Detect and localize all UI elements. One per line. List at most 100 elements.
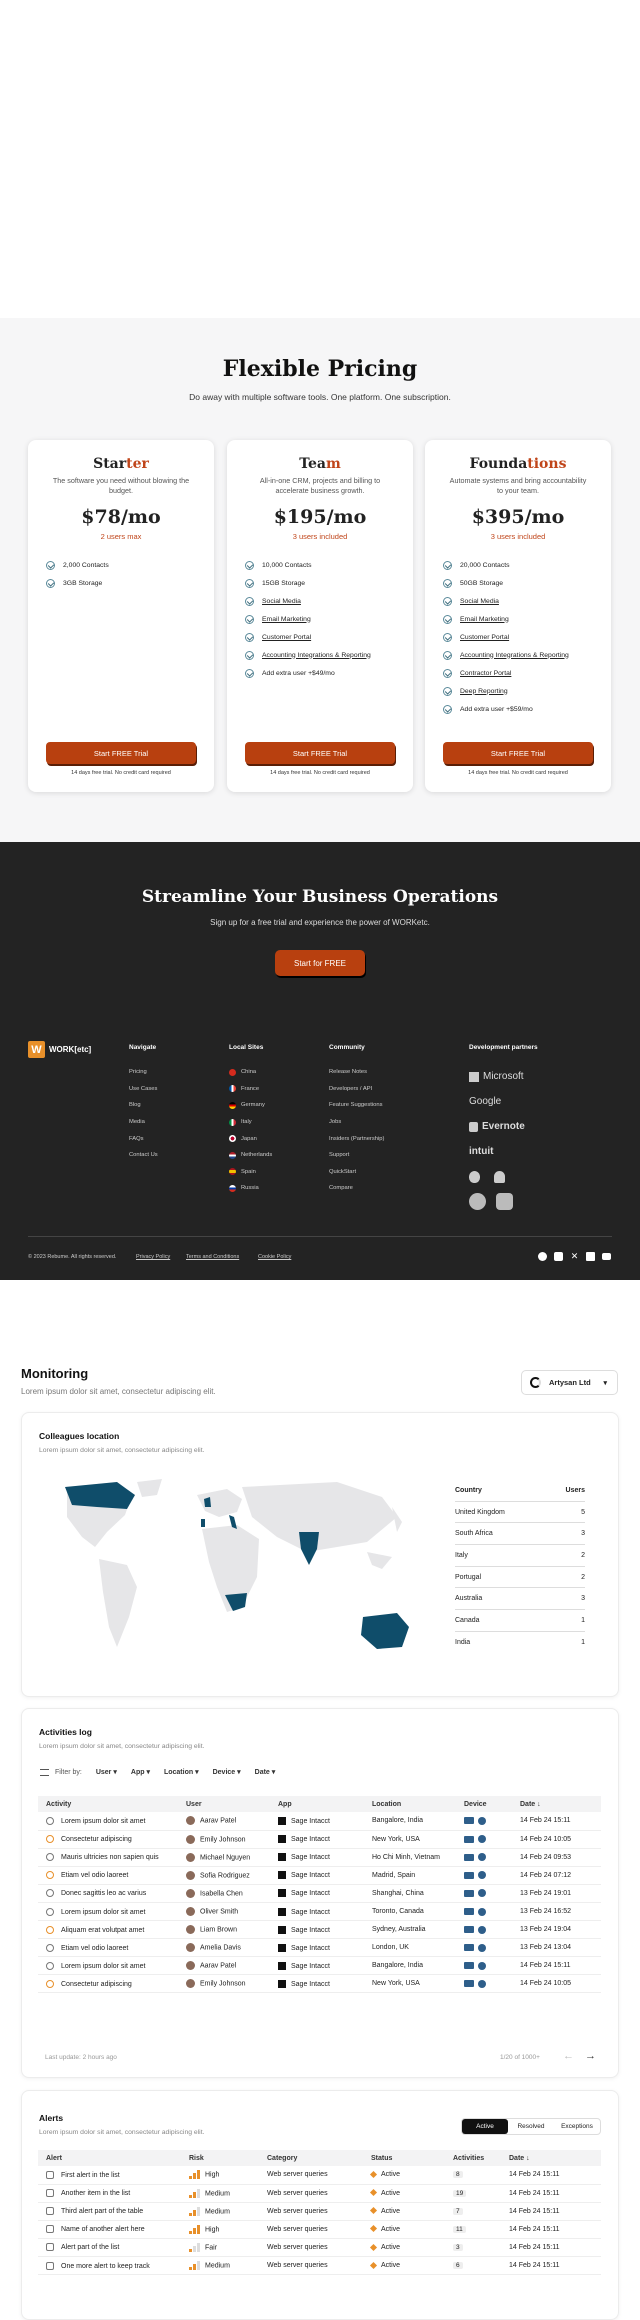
- table-row[interactable]: Consectetur adipiscing Emily Johnson Sage …: [38, 1974, 601, 1994]
- site-link[interactable]: Japan: [229, 1130, 272, 1147]
- x-icon[interactable]: ✕: [570, 1252, 579, 1261]
- activity-status-icon: [46, 1961, 54, 1970]
- browser-icon: [478, 1835, 486, 1844]
- footer-link[interactable]: Release Notes: [329, 1064, 384, 1081]
- plan-feature-link[interactable]: Deep Reporting: [443, 685, 601, 697]
- check-icon: [443, 578, 452, 588]
- tax-icon: [496, 1193, 513, 1210]
- facebook-icon[interactable]: [538, 1252, 547, 1261]
- table-row[interactable]: First alert in the list High Web server qu…: [38, 2166, 601, 2185]
- site-link[interactable]: Russia: [229, 1180, 272, 1197]
- site-link[interactable]: Netherlands: [229, 1147, 272, 1164]
- filter-location[interactable]: Location ▾: [164, 1768, 199, 1776]
- start-trial-button[interactable]: Start FREE Trial: [443, 742, 593, 764]
- activity-status-icon: [46, 1943, 54, 1952]
- plan-price: $78/mo: [81, 506, 161, 528]
- footer-link[interactable]: Contact Us: [129, 1147, 158, 1164]
- linkedin-icon[interactable]: [586, 1252, 595, 1261]
- panel-title: Activities log: [39, 1727, 92, 1737]
- check-icon: [443, 704, 452, 714]
- filter-app[interactable]: App ▾: [131, 1768, 150, 1776]
- table-row[interactable]: Name of another alert here High Web server…: [38, 2220, 601, 2239]
- youtube-icon[interactable]: [602, 1253, 611, 1260]
- desktop-icon: [464, 1980, 474, 1988]
- check-icon: [443, 686, 452, 696]
- row-checkbox: [46, 2170, 54, 2179]
- site-link[interactable]: Italy: [229, 1114, 272, 1131]
- footer-link[interactable]: Jobs: [329, 1114, 384, 1131]
- status-dot-icon: [369, 2243, 378, 2251]
- plan-feature-link[interactable]: Accounting Integrations & Reporting: [443, 649, 601, 661]
- table-row[interactable]: Lorem ipsum dolor sit amet Aarav Patel Sag…: [38, 1812, 601, 1831]
- site-link[interactable]: Spain: [229, 1164, 272, 1181]
- next-page-icon[interactable]: →: [585, 2050, 596, 2062]
- browser-icon: [478, 1889, 486, 1898]
- site-link[interactable]: Germany: [229, 1097, 272, 1114]
- avatar: [186, 1852, 195, 1862]
- site-link[interactable]: China: [229, 1064, 272, 1081]
- prev-page-icon[interactable]: ←: [563, 2050, 574, 2062]
- filter-date[interactable]: Date ▾: [255, 1768, 276, 1776]
- table-row[interactable]: Etiam vel odio laoreet Amelia Davis Sage I…: [38, 1938, 601, 1958]
- partners-column: Development partners Microsoft Google Ev…: [469, 1044, 538, 1214]
- plan-feature-link[interactable]: Contractor Portal: [443, 667, 601, 679]
- plan-feature-link[interactable]: Accounting Integrations & Reporting: [245, 649, 403, 661]
- plan-feature-link[interactable]: Customer Portal: [245, 631, 403, 643]
- start-trial-button[interactable]: Start FREE Trial: [245, 742, 395, 764]
- status-dot-icon: [369, 2189, 378, 2197]
- portugal-region: [201, 1519, 205, 1527]
- cta-subtitle: Sign up for a free trial and experience …: [210, 918, 430, 927]
- filter-device[interactable]: Device ▾: [213, 1768, 241, 1776]
- plan-feature-link[interactable]: Social Media: [443, 595, 601, 607]
- footer-link[interactable]: Pricing: [129, 1064, 158, 1081]
- plan-feature: Add extra user +$49/mo: [245, 667, 403, 679]
- table-row[interactable]: One more alert to keep track Medium Web se…: [38, 2256, 601, 2276]
- table-row[interactable]: Donec sagittis leo ac varius Isabella Che…: [38, 1884, 601, 1903]
- footer-link[interactable]: Feature Suggestions: [329, 1097, 384, 1114]
- desktop-icon: [464, 1835, 474, 1843]
- start-trial-button[interactable]: Start FREE Trial: [46, 742, 196, 764]
- organization-select[interactable]: Artysan Ltd ▾: [521, 1370, 618, 1395]
- plan-feature-link[interactable]: Customer Portal: [443, 631, 601, 643]
- footer-link[interactable]: Insiders (Partnership): [329, 1130, 384, 1147]
- filter-user[interactable]: User ▾: [96, 1768, 117, 1776]
- cookie-link[interactable]: Cookie Policy: [258, 1254, 291, 1260]
- instagram-icon[interactable]: [554, 1252, 563, 1261]
- tab-exceptions[interactable]: Exceptions: [554, 2119, 600, 2134]
- terms-link[interactable]: Terms and Conditions: [186, 1254, 239, 1260]
- check-icon: [443, 596, 452, 606]
- footer-link[interactable]: FAQs: [129, 1130, 158, 1147]
- footer-link[interactable]: Media: [129, 1114, 158, 1131]
- start-free-button[interactable]: Start for FREE: [275, 950, 365, 976]
- worketc-logo[interactable]: W WORK[etc]: [28, 1041, 91, 1058]
- risk-bars-icon: [189, 2206, 201, 2216]
- footer-link[interactable]: Compare: [329, 1180, 384, 1197]
- india-region: [299, 1532, 319, 1565]
- table-row[interactable]: Consectetur adipiscing Emily Johnson Sage …: [38, 1830, 601, 1849]
- table-row[interactable]: Third alert part of the table Medium Web s…: [38, 2202, 601, 2221]
- table-row[interactable]: Alert part of the list Fair Web server que…: [38, 2238, 601, 2257]
- japan-flag-icon: [229, 1135, 236, 1143]
- plan-feature-link[interactable]: Social Media: [245, 595, 403, 607]
- footer-link[interactable]: Developers / API: [329, 1081, 384, 1098]
- table-row[interactable]: Aliquam erat volutpat amet Liam Brown Sage…: [38, 1920, 601, 1940]
- table-row[interactable]: Another item in the list Medium Web server…: [38, 2184, 601, 2203]
- plan-feature-link[interactable]: Email Marketing: [245, 613, 403, 625]
- table-row[interactable]: Lorem ipsum dolor sit amet Aarav Patel Sag…: [38, 1956, 601, 1976]
- tab-active[interactable]: Active: [462, 2119, 508, 2134]
- plan-name: Foundations: [469, 456, 567, 472]
- privacy-link[interactable]: Privacy Policy: [136, 1254, 170, 1260]
- status-dot-icon: [369, 2170, 378, 2178]
- tab-resolved[interactable]: Resolved: [508, 2119, 554, 2134]
- footer-link[interactable]: QuickStart: [329, 1164, 384, 1181]
- plan-card-starter: Starter The software you need without bl…: [28, 440, 214, 792]
- filter-icon: [40, 1768, 49, 1776]
- table-row[interactable]: Etiam vel odio laoreet Sofia Rodriguez Sag…: [38, 1866, 601, 1885]
- site-link[interactable]: France: [229, 1081, 272, 1098]
- table-row[interactable]: Lorem ipsum dolor sit amet Oliver Smith Sa…: [38, 1902, 601, 1922]
- footer-link[interactable]: Support: [329, 1147, 384, 1164]
- footer-link[interactable]: Blog: [129, 1097, 158, 1114]
- table-row[interactable]: Mauris ultricies non sapien quis Michael …: [38, 1848, 601, 1867]
- plan-feature-link[interactable]: Email Marketing: [443, 613, 601, 625]
- footer-link[interactable]: Use Cases: [129, 1081, 158, 1098]
